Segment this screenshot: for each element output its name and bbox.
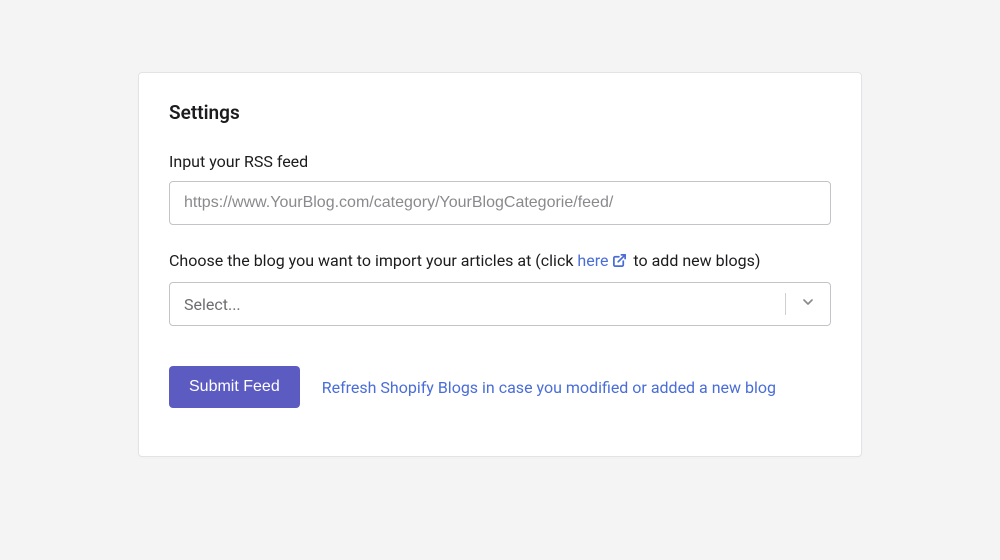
rss-feed-input[interactable]	[169, 181, 831, 225]
refresh-blogs-link[interactable]: Refresh Shopify Blogs in case you modifi…	[322, 378, 776, 397]
choose-blog-suffix: to add new blogs)	[629, 251, 760, 270]
rss-feed-label: Input your RSS feed	[169, 152, 831, 171]
settings-card: Settings Input your RSS feed Choose the …	[138, 72, 862, 457]
select-divider	[785, 293, 786, 315]
add-blogs-link[interactable]: here	[577, 251, 629, 270]
actions-row: Submit Feed Refresh Shopify Blogs in cas…	[169, 366, 831, 408]
blog-select[interactable]: Select...	[169, 282, 831, 326]
external-link-icon	[612, 253, 627, 272]
blog-select-placeholder: Select...	[184, 295, 785, 314]
chevron-down-icon	[800, 294, 816, 314]
submit-feed-button[interactable]: Submit Feed	[169, 366, 300, 408]
page-title: Settings	[169, 101, 831, 124]
choose-blog-label: Choose the blog you want to import your …	[169, 251, 831, 272]
choose-blog-prefix: Choose the blog you want to import your …	[169, 251, 577, 270]
